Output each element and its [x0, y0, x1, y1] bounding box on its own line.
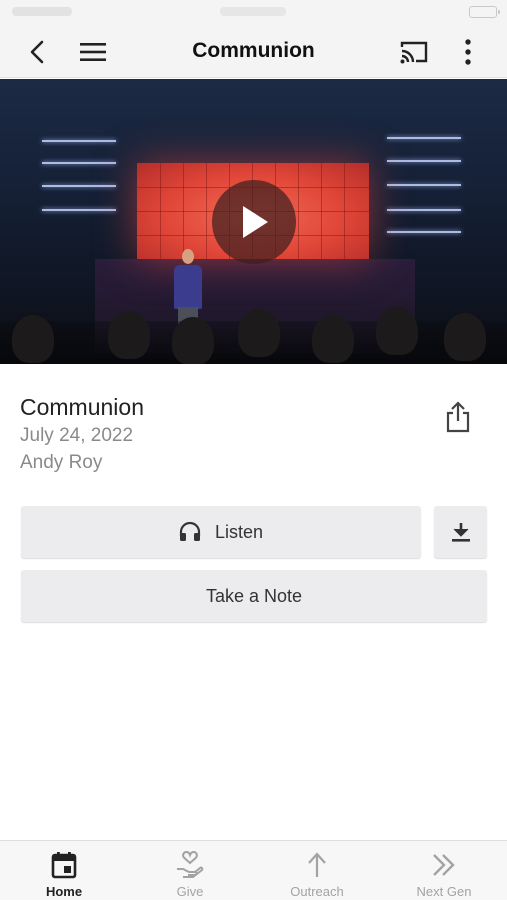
listen-button[interactable]: Listen	[21, 506, 421, 558]
cast-icon	[400, 41, 428, 64]
bottom-tab-bar: Home Give Outreach Next Gen	[0, 840, 507, 900]
download-button[interactable]	[434, 506, 487, 558]
hamburger-menu-icon	[80, 43, 106, 61]
double-chevron-right-icon	[433, 854, 455, 876]
take-note-label: Take a Note	[205, 585, 303, 606]
tab-home-label: Home	[45, 884, 83, 899]
tab-give[interactable]: Give	[127, 841, 253, 901]
tab-next-gen-label: Next Gen	[416, 884, 472, 899]
listen-label: Listen	[214, 521, 264, 542]
video-player[interactable]	[0, 79, 507, 364]
take-note-button[interactable]: Take a Note	[21, 570, 487, 622]
tab-next-gen[interactable]: Next Gen	[381, 841, 507, 901]
play-icon	[243, 206, 268, 238]
share-button[interactable]	[440, 398, 476, 436]
tab-outreach[interactable]: Outreach	[254, 841, 380, 901]
back-button[interactable]	[18, 32, 58, 72]
headphones-icon	[179, 522, 201, 541]
sermon-speaker: Andy Roy	[20, 452, 103, 473]
chevron-left-icon	[30, 40, 44, 64]
top-app-bar: Communion	[0, 26, 507, 78]
cast-button[interactable]	[394, 32, 434, 72]
tab-give-label: Give	[176, 884, 204, 899]
menu-button[interactable]	[73, 32, 113, 72]
sermon-details: Communion July 24, 2022 Andy Roy	[20, 392, 144, 476]
play-button[interactable]	[212, 180, 296, 264]
give-hand-heart-icon	[177, 851, 204, 878]
sermon-date: July 24, 2022	[20, 425, 134, 446]
tab-outreach-label: Outreach	[290, 884, 344, 899]
arrow-up-icon	[308, 852, 326, 877]
calendar-icon	[51, 852, 77, 879]
more-options-button[interactable]	[448, 32, 488, 72]
share-icon	[446, 401, 470, 433]
sermon-title: Communion	[20, 394, 144, 420]
carrier-indicator	[12, 7, 72, 16]
page-title: Communion	[192, 39, 315, 62]
battery-icon	[469, 6, 500, 18]
download-icon	[451, 523, 470, 542]
status-bar	[0, 0, 507, 26]
speaker-figure	[182, 249, 194, 264]
more-vertical-icon	[465, 39, 471, 65]
status-clock	[220, 7, 286, 16]
tab-home[interactable]: Home	[1, 841, 127, 901]
